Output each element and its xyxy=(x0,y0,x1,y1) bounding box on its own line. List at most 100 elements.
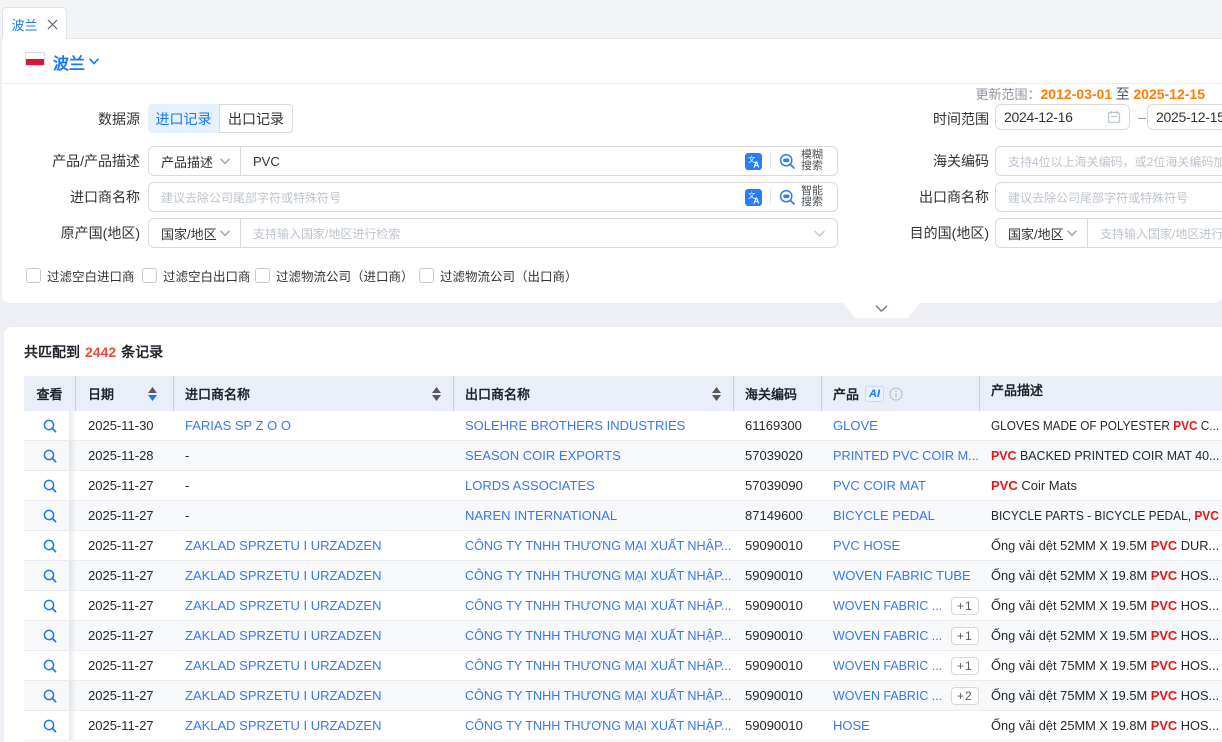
col-header-exporter[interactable]: 出口商名称 xyxy=(453,376,733,411)
product-link[interactable]: HOSE xyxy=(833,718,870,733)
importer-link[interactable]: ZAKLAD SPRZETU I URZADZEN xyxy=(185,718,381,733)
checkbox-icon[interactable] xyxy=(255,268,270,283)
product-link[interactable]: WOVEN FABRIC ... xyxy=(833,688,938,703)
table-body: 2025-11-30 FARIAS SP Z O O SOLEHRE BROTH… xyxy=(24,411,1222,741)
smart-search-label[interactable]: 智能搜索 xyxy=(801,186,823,208)
importer-link[interactable]: FARIAS SP Z O O xyxy=(185,418,291,433)
checkbox-icon[interactable] xyxy=(142,268,157,283)
checkbox-filter-logistics-exporter[interactable]: 过滤物流公司（出口商） xyxy=(419,266,578,285)
exporter-link[interactable]: CÔNG TY TNHH THƯƠNG MẠI XUẤT NHẬP... xyxy=(465,658,725,673)
tab-import-records[interactable]: 进口记录 xyxy=(148,104,219,133)
product-link[interactable]: PRINTED PVC COIR M... xyxy=(833,448,976,463)
tab-poland[interactable]: 波兰 xyxy=(2,7,67,40)
exporter-link[interactable]: CÔNG TY TNHH THƯƠNG MẠI XUẤT NHẬP... xyxy=(465,628,725,643)
description-text: BICYCLE PARTS - BICYCLE PEDAL, PVC xyxy=(991,501,1219,530)
product-link[interactable]: GLOVE xyxy=(833,418,878,433)
trade-data-app: 波兰 波兰 更新范围：2012-03-01 至 2025-12-15 数据源 进… xyxy=(0,0,1222,742)
exporter-link[interactable]: CÔNG TY TNHH THƯƠNG MẠI XUẤT NHẬP... xyxy=(465,538,725,553)
exporter-link[interactable]: CÔNG TY TNHH THƯƠNG MẠI XUẤT NHẬP... xyxy=(465,568,725,583)
fuzzy-search-label[interactable]: 模糊搜索 xyxy=(801,150,823,172)
product-link[interactable]: BICYCLE PEDAL xyxy=(833,508,935,523)
view-details-icon[interactable] xyxy=(43,479,57,493)
exporter-link[interactable]: CÔNG TY TNHH THƯƠNG MẠI XUẤT NHẬP... xyxy=(465,598,725,613)
checkbox-label: 过滤物流公司（出口商） xyxy=(440,266,578,285)
product-input-icons: 文A 模糊搜索 xyxy=(745,150,837,172)
checkbox-icon[interactable] xyxy=(26,268,41,283)
checkbox-filter-logistics-importer[interactable]: 过滤物流公司（进口商） xyxy=(255,266,414,285)
product-more-badge[interactable]: +1 xyxy=(951,627,979,645)
view-cell xyxy=(24,471,76,500)
product-search-input[interactable] xyxy=(241,147,745,175)
description-cell: PVC Coir Mats xyxy=(979,471,1222,500)
country-name[interactable]: 波兰 xyxy=(53,50,85,74)
translate-icon[interactable]: 文A xyxy=(745,189,762,206)
origin-country-input[interactable] xyxy=(241,219,814,247)
date-end-input[interactable] xyxy=(1156,109,1222,125)
hs-code-input[interactable] xyxy=(996,154,1222,169)
product-link[interactable]: PVC COIR MAT xyxy=(833,478,926,493)
sort-icon-importer[interactable] xyxy=(432,387,441,401)
fuzzy-search-icon[interactable] xyxy=(779,153,796,170)
chevron-down-icon[interactable] xyxy=(89,58,99,65)
view-details-icon[interactable] xyxy=(43,449,57,463)
translate-icon[interactable]: 文A xyxy=(745,153,762,170)
importer-link[interactable]: ZAKLAD SPRZETU I URZADZEN xyxy=(185,658,381,673)
product-cell: WOVEN FABRIC TUBE xyxy=(821,561,979,590)
product-more-badge[interactable]: +1 xyxy=(951,597,979,615)
view-details-icon[interactable] xyxy=(43,509,57,523)
destination-country-select[interactable]: 国家/地区 xyxy=(996,219,1088,247)
product-link[interactable]: WOVEN FABRIC TUBE xyxy=(833,568,971,583)
exporter-link[interactable]: NAREN INTERNATIONAL xyxy=(465,508,617,523)
importer-input[interactable] xyxy=(149,183,745,211)
product-link[interactable]: PVC HOSE xyxy=(833,538,900,553)
product-link[interactable]: WOVEN FABRIC ... xyxy=(833,598,938,613)
checkbox-label: 过滤空白进口商 xyxy=(47,266,135,285)
filter-panel: 波兰 更新范围：2012-03-01 至 2025-12-15 数据源 进口记录… xyxy=(2,39,1222,303)
tab-export-records[interactable]: 出口记录 xyxy=(219,104,293,133)
checkbox-filter-blank-importer[interactable]: 过滤空白进口商 xyxy=(26,266,135,285)
description-text: Ống vải dệt 25MM X 19.8M PVC HOS... xyxy=(991,711,1219,740)
importer-link[interactable]: ZAKLAD SPRZETU I URZADZEN xyxy=(185,568,381,583)
importer-link[interactable]: ZAKLAD SPRZETU I URZADZEN xyxy=(185,688,381,703)
product-more-badge[interactable]: +1 xyxy=(951,657,979,675)
view-details-icon[interactable] xyxy=(43,659,57,673)
origin-country-select[interactable]: 国家/地区 xyxy=(149,219,241,247)
importer-link[interactable]: ZAKLAD SPRZETU I URZADZEN xyxy=(185,628,381,643)
product-link[interactable]: WOVEN FABRIC ... xyxy=(833,628,938,643)
exporter-link[interactable]: CÔNG TY TNHH THƯƠNG MẠI XUẤT NHẬP... xyxy=(465,688,725,703)
tab-strip: 波兰 xyxy=(0,0,1222,39)
checkbox-filter-blank-exporter[interactable]: 过滤空白出口商 xyxy=(142,266,251,285)
sort-icon-exporter[interactable] xyxy=(712,387,721,401)
checkbox-icon[interactable] xyxy=(419,268,434,283)
exporter-input[interactable] xyxy=(996,190,1222,205)
smart-search-icon[interactable] xyxy=(779,189,796,206)
svg-text:A: A xyxy=(753,195,759,205)
info-icon[interactable] xyxy=(889,387,903,401)
exporter-link[interactable]: SOLEHRE BROTHERS INDUSTRIES xyxy=(465,418,685,433)
importer-link[interactable]: ZAKLAD SPRZETU I URZADZEN xyxy=(185,538,381,553)
date-start-input[interactable] xyxy=(1004,109,1107,125)
view-details-icon[interactable] xyxy=(43,719,57,733)
view-details-icon[interactable] xyxy=(43,599,57,613)
col-header-date[interactable]: 日期 xyxy=(76,376,173,411)
exporter-link[interactable]: LORDS ASSOCIATES xyxy=(465,478,595,493)
product-type-select[interactable]: 产品描述 xyxy=(149,147,241,175)
view-details-icon[interactable] xyxy=(43,629,57,643)
destination-country-input[interactable] xyxy=(1088,219,1222,247)
exporter-cell: NAREN INTERNATIONAL xyxy=(453,501,733,530)
table-row: 2025-11-27 ZAKLAD SPRZETU I URZADZEN CÔN… xyxy=(24,621,1222,651)
view-details-icon[interactable] xyxy=(43,569,57,583)
exporter-link[interactable]: CÔNG TY TNHH THƯƠNG MẠI XUẤT NHẬP... xyxy=(465,718,725,733)
collapse-filters-button[interactable] xyxy=(843,303,920,318)
view-cell xyxy=(24,531,76,560)
view-details-icon[interactable] xyxy=(43,419,57,433)
tab-close-icon[interactable] xyxy=(47,19,58,30)
product-link[interactable]: WOVEN FABRIC ... xyxy=(833,658,938,673)
view-details-icon[interactable] xyxy=(43,539,57,553)
product-more-badge[interactable]: +2 xyxy=(951,687,979,705)
col-header-importer[interactable]: 进口商名称 xyxy=(173,376,453,411)
sort-icon-date[interactable] xyxy=(148,387,157,401)
view-details-icon[interactable] xyxy=(43,689,57,703)
exporter-link[interactable]: SEASON COIR EXPORTS xyxy=(465,448,621,463)
importer-link[interactable]: ZAKLAD SPRZETU I URZADZEN xyxy=(185,598,381,613)
